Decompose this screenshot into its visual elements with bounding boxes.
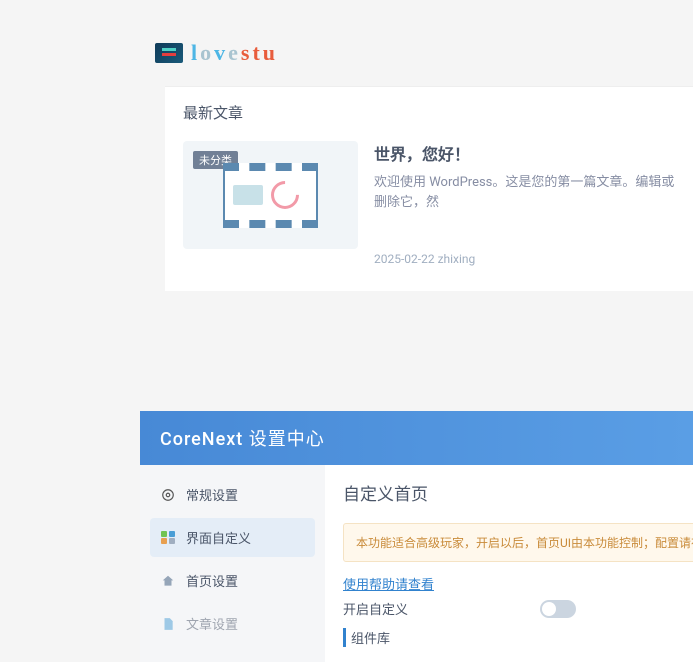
sidebar-item-label: 文章设置 bbox=[186, 614, 238, 633]
file-icon bbox=[160, 616, 176, 632]
article-excerpt: 欢迎使用 WordPress。这是您的第一篇文章。编辑或删除它，然 bbox=[374, 173, 675, 212]
placeholder-image bbox=[223, 163, 318, 228]
notice-bar: 本功能适合高级玩家，开启以后，首页UI由本功能控制；配置请在 bbox=[343, 523, 693, 562]
content-title: 自定义首页 bbox=[343, 480, 693, 505]
article-item[interactable]: 未分类 世界，您好！ 欢迎使用 WordPress。这是您的第一篇文章。编辑或删… bbox=[183, 141, 675, 266]
article-thumbnail: 未分类 bbox=[183, 141, 358, 249]
home-icon bbox=[160, 573, 176, 589]
settings-body: 常规设置 界面自定义 首页设置 文章设置 bbox=[140, 465, 693, 662]
site-logo[interactable]: lovestu bbox=[0, 0, 693, 86]
enable-custom-toggle[interactable] bbox=[540, 600, 576, 618]
settings-sidebar: 常规设置 界面自定义 首页设置 文章设置 bbox=[140, 465, 325, 662]
components-label: 组件库 bbox=[343, 628, 390, 647]
help-link[interactable]: 使用帮助请查看 bbox=[343, 578, 434, 593]
gear-icon bbox=[160, 487, 176, 503]
latest-articles-card: 最新文章 未分类 世界，您好！ 欢迎使用 WordPress。这是您的第一篇文章… bbox=[165, 86, 693, 291]
sidebar-item-home[interactable]: 首页设置 bbox=[150, 561, 315, 600]
sidebar-item-label: 界面自定义 bbox=[186, 528, 251, 547]
sidebar-item-article[interactable]: 文章设置 bbox=[150, 604, 315, 643]
logo-icon bbox=[155, 43, 183, 63]
settings-content: 自定义首页 本功能适合高级玩家，开启以后，首页UI由本功能控制；配置请在 使用帮… bbox=[325, 465, 693, 662]
settings-header: CoreNext 设置中心 bbox=[140, 411, 693, 465]
sidebar-item-label: 常规设置 bbox=[186, 485, 238, 504]
logo-text: lovestu bbox=[191, 40, 278, 66]
article-title[interactable]: 世界，您好！ bbox=[374, 141, 675, 165]
sidebar-item-ui[interactable]: 界面自定义 bbox=[150, 518, 315, 557]
sidebar-item-label: 首页设置 bbox=[186, 571, 238, 590]
section-heading: 最新文章 bbox=[183, 102, 675, 123]
sidebar-item-general[interactable]: 常规设置 bbox=[150, 475, 315, 514]
article-meta: 2025-02-22 zhixing bbox=[374, 252, 675, 266]
grid-icon bbox=[160, 530, 176, 546]
toggle-label: 开启自定义 bbox=[343, 599, 408, 618]
